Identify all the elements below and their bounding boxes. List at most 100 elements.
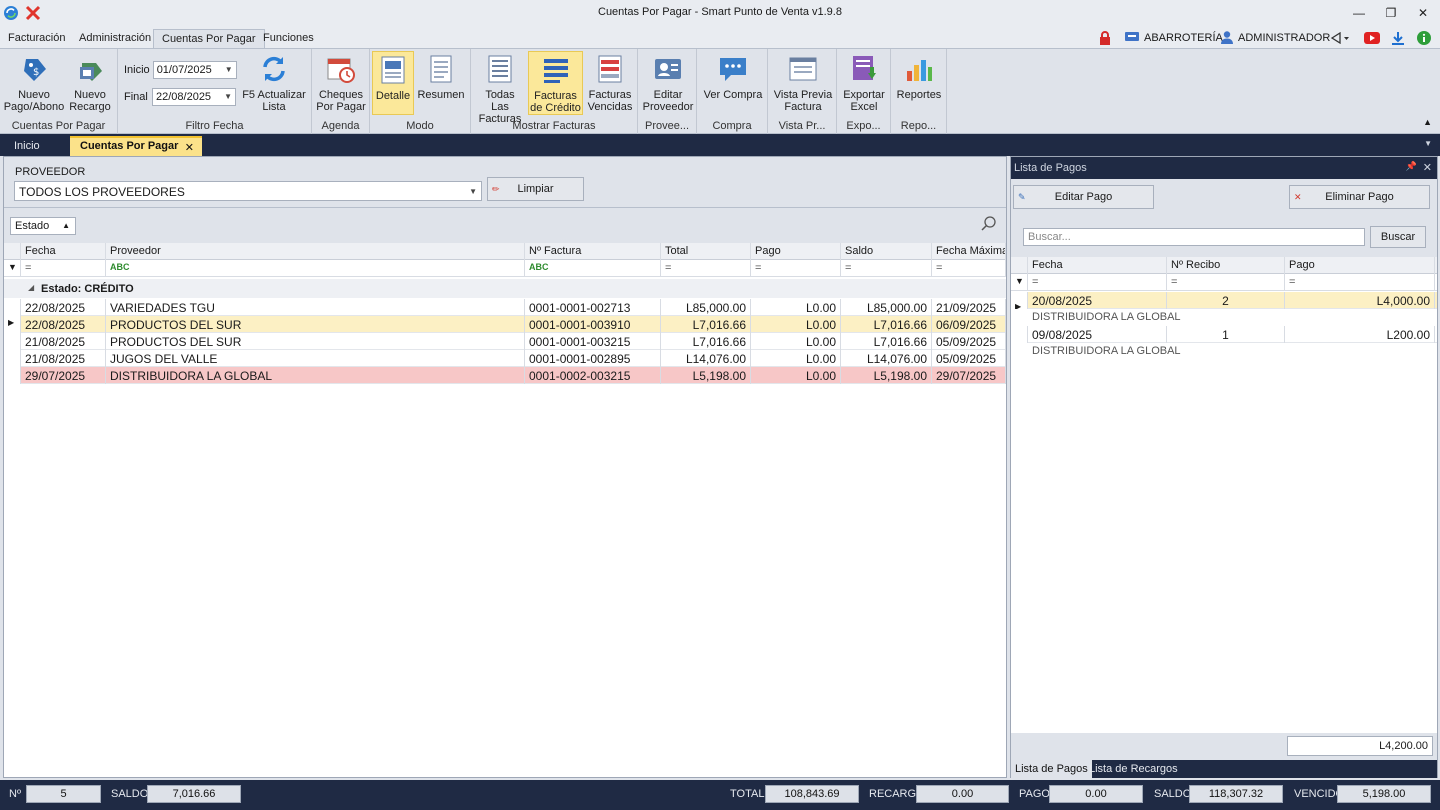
group-by-estado-chip[interactable]: Estado ▲: [10, 217, 76, 235]
final-date-input[interactable]: 22/08/2025 ▼: [152, 88, 236, 106]
nuevo-pago-button[interactable]: $ Nuevo Pago/Abono: [4, 51, 64, 115]
filter-total[interactable]: =: [661, 260, 751, 277]
col-pago-header[interactable]: Pago: [1285, 257, 1435, 274]
detalle-button[interactable]: Detalle: [372, 51, 414, 115]
table-row[interactable]: 21/08/2025 JUGOS DEL VALLE 0001-0001-002…: [4, 350, 1006, 367]
tab-administracion[interactable]: Administración: [71, 29, 159, 48]
close-panel-icon[interactable]: ✕: [1423, 161, 1432, 174]
group-row-credito[interactable]: ◢ Estado: CRÉDITO: [4, 279, 1006, 298]
youtube-icon[interactable]: [1364, 29, 1380, 47]
cell-saldo: L5,198.00: [841, 367, 932, 384]
cell-fecha: 22/08/2025: [21, 316, 106, 333]
filter-recibo[interactable]: =: [1167, 274, 1285, 291]
table-row[interactable]: ▶ 22/08/2025 PRODUCTOS DEL SUR 0001-0001…: [4, 316, 1006, 333]
payment-row[interactable]: 09/08/2025 1 L200.00: [1011, 326, 1437, 343]
ver-compra-label: Ver Compra: [703, 89, 763, 101]
ver-compra-button[interactable]: Ver Compra: [703, 51, 763, 115]
table-row[interactable]: 21/08/2025 PRODUCTOS DEL SUR 0001-0001-0…: [4, 333, 1006, 350]
col-proveedor-header[interactable]: Proveedor: [106, 243, 525, 260]
todas-facturas-button[interactable]: Todas Las Facturas: [475, 51, 525, 125]
filter-factura[interactable]: ABC: [525, 260, 661, 277]
group-label-modo: Modo: [406, 120, 434, 132]
col-total-header[interactable]: Total: [661, 243, 751, 260]
tab-list-dropdown-icon[interactable]: ▼: [1424, 139, 1432, 148]
vista-previa-button[interactable]: Vista Previa Factura: [772, 51, 834, 115]
collapse-group-icon[interactable]: ◢: [28, 283, 34, 292]
user-indicator[interactable]: ADMINISTRADOR: [1220, 29, 1330, 47]
resumen-button[interactable]: Resumen: [416, 51, 466, 115]
current-row-arrow-icon: ▶: [4, 316, 21, 333]
title-bar: Cuentas Por Pagar - Smart Punto de Venta…: [0, 0, 1440, 26]
nuevo-recargo-button[interactable]: Nuevo Recargo: [66, 51, 114, 115]
exportar-excel-button[interactable]: Exportar Excel: [839, 51, 889, 115]
buscar-button[interactable]: Buscar: [1370, 226, 1426, 248]
close-tab-icon[interactable]: ✕: [185, 141, 194, 154]
reportes-button[interactable]: Reportes: [894, 51, 944, 115]
status-total-value: 108,843.69: [765, 785, 859, 803]
filter-pago[interactable]: =: [1285, 274, 1435, 291]
status-total-label: TOTAL: [730, 788, 765, 800]
tab-facturacion[interactable]: Facturación: [0, 29, 73, 48]
group-label-prov: Provee...: [644, 120, 690, 132]
limpiar-button[interactable]: ✏ Limpiar: [487, 177, 584, 201]
col-fecha-header[interactable]: Fecha: [1028, 257, 1167, 274]
col-recibo-header[interactable]: Nº Recibo: [1167, 257, 1285, 274]
collapse-ribbon-icon[interactable]: ▲: [1423, 117, 1432, 127]
filter-saldo[interactable]: =: [841, 260, 932, 277]
group-reportes: Reportes Repo...: [891, 49, 947, 134]
editar-prov-label: Editar Proveedor: [642, 89, 694, 113]
status-saldo-total-label: SALDO: [1154, 788, 1192, 800]
col-pago-header[interactable]: Pago: [751, 243, 841, 260]
search-icon[interactable]: [980, 215, 998, 233]
calendar-clock-icon: [325, 53, 357, 85]
restore-button[interactable]: ❐: [1376, 3, 1406, 23]
filter-proveedor[interactable]: ABC: [106, 260, 525, 277]
payment-row[interactable]: ▶ 20/08/2025 2 L4,000.00: [1011, 292, 1437, 309]
actualizar-lista-button[interactable]: F5 Actualizar Lista: [240, 51, 308, 115]
tab-lista-recargos[interactable]: Lista de Recargos: [1085, 760, 1182, 778]
export-excel-icon: [848, 53, 880, 85]
filter-pago[interactable]: =: [751, 260, 841, 277]
cheques-por-pagar-button[interactable]: Cheques Por Pagar: [316, 51, 366, 115]
editar-proveedor-button[interactable]: Editar Proveedor: [641, 51, 695, 115]
close-button[interactable]: ✕: [1408, 3, 1438, 23]
preview-window-icon: [787, 53, 819, 85]
tab-cuentas-por-pagar[interactable]: Cuentas Por Pagar: [153, 29, 265, 48]
inicio-date-input[interactable]: 01/07/2025 ▼: [152, 61, 237, 79]
col-saldo-header[interactable]: Saldo: [841, 243, 932, 260]
all-invoices-icon: [484, 53, 516, 85]
lock-icon[interactable]: [1098, 29, 1112, 47]
tab-funciones[interactable]: Funciones: [255, 29, 322, 48]
table-row[interactable]: 22/08/2025 VARIEDADES TGU 0001-0001-0027…: [4, 299, 1006, 316]
download-icon[interactable]: [1391, 29, 1405, 47]
facturas-credito-button[interactable]: Facturas de Crédito: [528, 51, 583, 115]
table-row[interactable]: 29/07/2025 DISTRIBUIDORA LA GLOBAL 0001-…: [4, 367, 1006, 384]
pin-icon[interactable]: 📌: [1406, 161, 1417, 172]
proveedor-combo[interactable]: TODOS LOS PROVEEDORES ▼: [14, 181, 482, 201]
doc-tab-cuentas-por-pagar[interactable]: Cuentas Por Pagar ✕: [70, 136, 202, 156]
col-factura-header[interactable]: Nº Factura: [525, 243, 661, 260]
store-indicator[interactable]: ABARROTERÍA: [1124, 29, 1223, 47]
eliminar-pago-label: Eliminar Pago: [1325, 191, 1394, 203]
cell-saldo: L7,016.66: [841, 316, 932, 333]
group-chip-label: Estado: [15, 220, 50, 232]
doc-tab-inicio[interactable]: Inicio: [4, 136, 50, 156]
minimize-button[interactable]: —: [1344, 3, 1374, 23]
payments-search-input[interactable]: Buscar...: [1023, 228, 1365, 246]
filter-fecha-maxima[interactable]: =: [932, 260, 1006, 277]
filter-fecha[interactable]: =: [21, 260, 106, 277]
info-icon[interactable]: [1417, 29, 1431, 47]
group-exportar: Exportar Excel Expo...: [837, 49, 891, 134]
filter-fecha[interactable]: =: [1028, 274, 1167, 291]
cheques-label: Cheques Por Pagar: [316, 89, 366, 113]
share-dropdown-icon[interactable]: [1330, 29, 1350, 47]
editar-pago-button[interactable]: ✎ Editar Pago: [1013, 185, 1154, 209]
eliminar-pago-button[interactable]: ✕ Eliminar Pago: [1289, 185, 1430, 209]
tab-lista-pagos[interactable]: Lista de Pagos: [1011, 760, 1092, 778]
cell-factura: 0001-0002-003215: [525, 367, 661, 384]
recargo-icon: [74, 53, 106, 85]
facturas-vencidas-button[interactable]: Facturas Vencidas: [585, 51, 635, 115]
col-fecha-header[interactable]: Fecha: [21, 243, 106, 260]
col-fecha-maxima-header[interactable]: Fecha Máxima: [932, 243, 1006, 260]
reportes-label: Reportes: [896, 89, 942, 101]
